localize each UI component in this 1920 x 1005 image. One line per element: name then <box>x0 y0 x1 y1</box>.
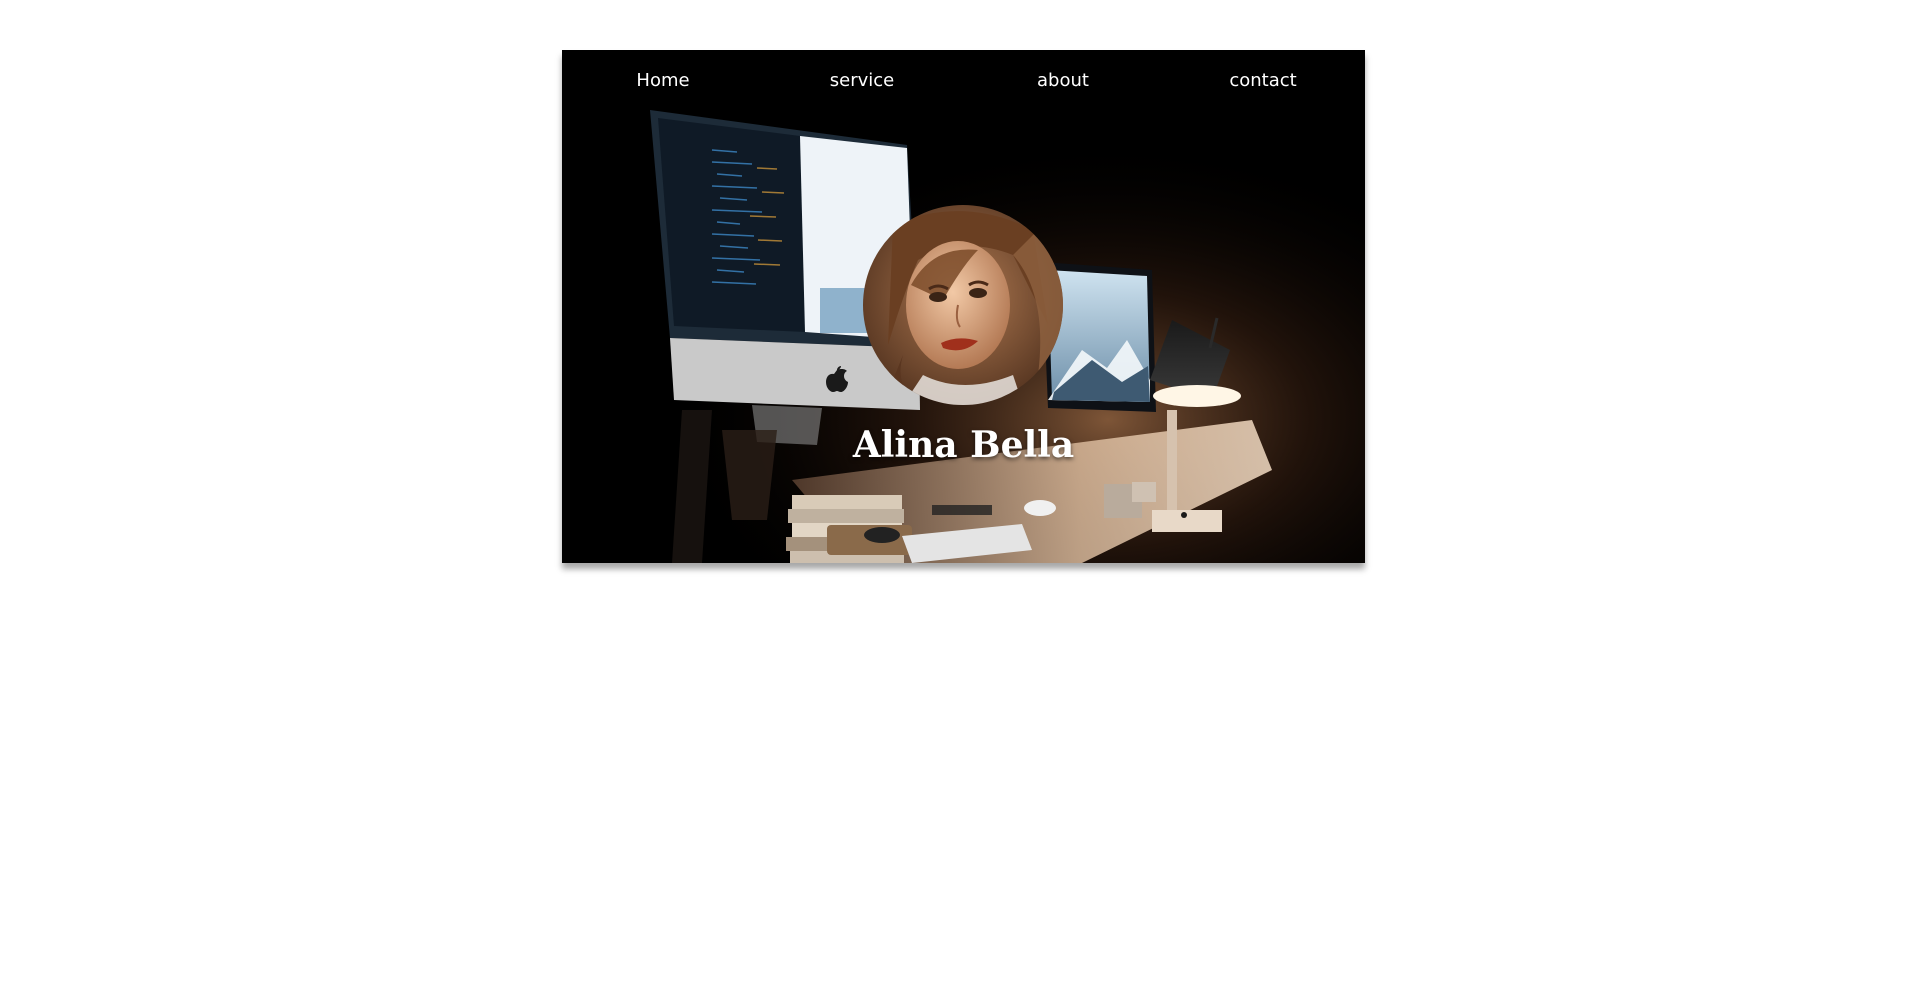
nav-contact-link[interactable]: contact <box>1229 70 1296 92</box>
main-nav: Home service about contact <box>562 50 1365 112</box>
nav-about-link[interactable]: about <box>1037 70 1089 92</box>
nav-home-link[interactable]: Home <box>636 70 689 92</box>
profile-avatar <box>863 205 1063 405</box>
nav-service-link[interactable]: service <box>830 70 894 92</box>
hero-name-heading: Alina Bella <box>852 424 1075 466</box>
hero-banner: Home service about contact Alina Bella <box>562 50 1365 563</box>
portrait-image <box>863 205 1063 405</box>
